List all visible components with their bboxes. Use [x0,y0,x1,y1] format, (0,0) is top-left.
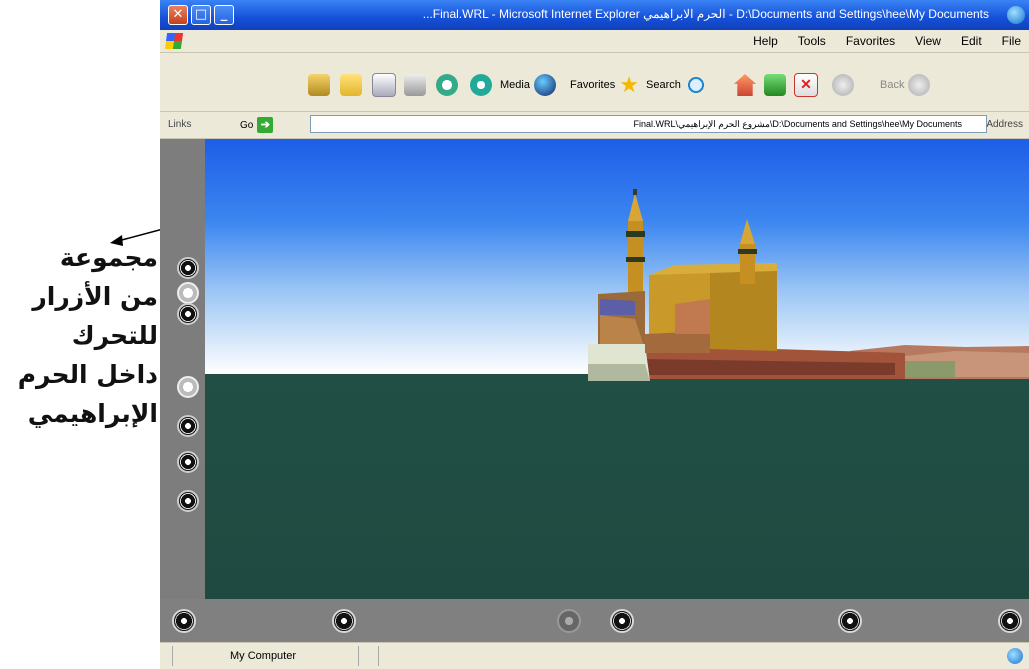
stop-button[interactable]: ✕ [794,73,818,97]
internet-zone-icon [1007,648,1023,664]
ie-icon [1007,6,1025,24]
back-button[interactable]: Back [880,73,931,97]
3d-scene[interactable] [205,139,1029,599]
mail-icon [436,74,458,96]
go-arrow-icon: ➔ [257,117,274,133]
toolbar: Media Favorites ★ Search ✕ Back [160,53,1029,112]
close-button[interactable]: ✕ [168,5,188,25]
search-button[interactable]: Search [646,73,707,97]
edit-icon [372,73,396,97]
title-bar: ✕ □ _ ...Final.WRL - Microsoft Internet … [160,0,1029,30]
menu-file[interactable]: File [1002,34,1021,48]
status-divider [358,646,359,666]
status-divider [172,646,173,666]
mosque-model [588,189,1029,381]
vrml-viewport[interactable] [160,139,1029,599]
menu-tools[interactable]: Tools [798,34,826,48]
search-label: Search [646,79,681,91]
back-icon [908,74,931,96]
home-icon [734,74,756,96]
annotation-line: للتحرك [71,321,158,350]
maximize-button[interactable]: □ [191,5,211,25]
refresh-icon [764,74,786,96]
window-title: ...Final.WRL - Microsoft Internet Explor… [422,7,989,21]
nav-roll-button[interactable] [177,376,199,398]
star-icon: ★ [619,72,639,97]
vrml-control-bar [160,599,1029,642]
back-label: Back [880,79,905,91]
menu-edit[interactable]: Edit [961,34,982,48]
research-icon [308,74,330,96]
annotation-line: الإبراهيمي [27,399,158,428]
menu-help[interactable]: Help [753,34,778,48]
address-label: Address [986,119,1023,130]
media-button[interactable]: Media [500,73,556,97]
navigation-button-column [160,139,205,599]
annotation-text: مجموعة من الأزرار للتحرك داخل الحرم الإب… [0,238,158,433]
folders-button[interactable] [340,73,362,97]
stop-icon: ✕ [794,73,818,97]
links-label[interactable]: Links [168,119,191,130]
annotation-line: داخل الحرم [17,360,158,389]
favorites-button[interactable]: Favorites ★ [570,73,641,97]
forward-button[interactable] [832,73,854,97]
search-icon [684,74,707,96]
nav-zoom-button[interactable] [177,490,199,512]
globe-icon [533,74,556,96]
annotation-line: مجموعة [59,243,158,272]
vrml-prev-viewpoint-button[interactable] [557,609,581,633]
vrml-fit-button[interactable] [998,609,1022,633]
menu-favorites[interactable]: Favorites [846,34,895,48]
address-input[interactable]: D:\Documents and Settings\hee\My Documen… [310,115,987,133]
go-label: Go [240,119,254,131]
status-text: My Computer [230,650,297,662]
nav-walk-button[interactable] [177,257,199,279]
history-button[interactable] [470,73,492,97]
vrml-viewpoint-button[interactable] [172,609,196,633]
status-bar: My Computer [160,642,1029,669]
printer-icon [404,74,426,96]
research-button[interactable] [308,73,330,97]
windows-flag-icon [164,33,184,49]
vrml-next-viewpoint-button[interactable] [610,609,634,633]
refresh-button[interactable] [764,73,786,97]
history-icon [470,74,492,96]
menu-bar: Help Tools Favorites View Edit File [160,30,1029,53]
forward-icon [832,74,854,96]
favorites-label: Favorites [570,79,616,91]
go-button[interactable]: Go ➔ [240,117,274,133]
print-button[interactable] [404,73,426,97]
mail-button[interactable] [436,73,458,97]
nav-goto-button[interactable] [177,415,199,437]
menu-view[interactable]: View [915,34,941,48]
vrml-restore-button[interactable] [838,609,862,633]
browser-window: ✕ □ _ ...Final.WRL - Microsoft Internet … [160,0,1029,669]
nav-study-button[interactable] [177,451,199,473]
vrml-align-button[interactable] [332,609,356,633]
edit-page-button[interactable] [372,73,396,97]
address-bar: Links Go ➔ D:\Documents and Settings\hee… [160,112,1029,139]
nav-pan-button[interactable] [177,282,199,304]
nav-turn-button[interactable] [177,303,199,325]
home-button[interactable] [734,73,756,97]
folder-icon [340,74,362,96]
annotation-line: من الأزرار [32,282,158,311]
status-divider [378,646,379,666]
media-label: Media [500,79,530,91]
